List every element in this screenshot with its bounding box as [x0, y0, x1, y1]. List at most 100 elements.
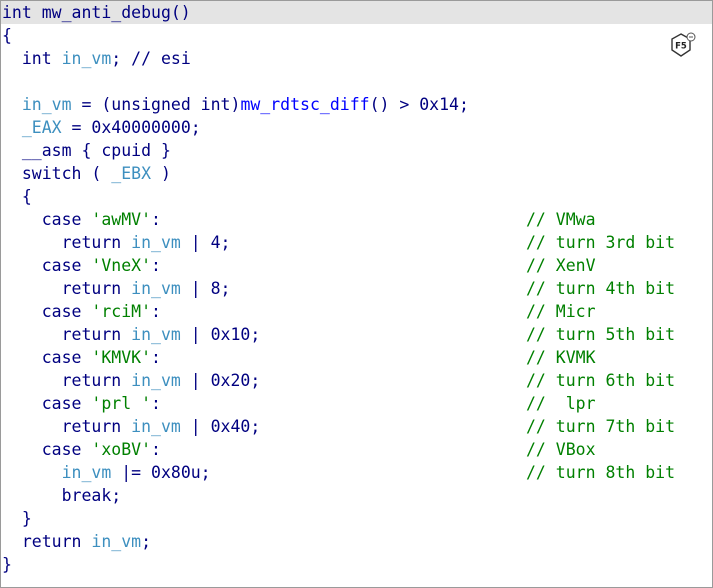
type-int: int — [2, 49, 62, 68]
comment-turn-7th-bit: // turn 7th bit — [526, 417, 676, 436]
break-statement: break; — [2, 486, 122, 505]
var-in-vm[interactable]: in_vm — [131, 325, 181, 344]
case-constant-rcim[interactable]: 'rciM' — [91, 302, 151, 321]
code-line-break[interactable]: break; — [2, 484, 122, 507]
code-line-return-in-vm[interactable]: return in_vm; — [2, 530, 151, 553]
return-keyword: return — [2, 532, 92, 551]
return-keyword: return — [2, 325, 132, 344]
code-line-cpuid[interactable]: __asm { cpuid } — [2, 139, 171, 162]
var-in-vm[interactable]: in_vm — [62, 49, 112, 68]
var-in-vm[interactable]: in_vm — [131, 233, 181, 252]
case-keyword: case — [2, 302, 92, 321]
or-expression: | 0x40; — [180, 417, 261, 436]
code-line-eax[interactable]: _EAX = 0x40000000; — [2, 116, 201, 139]
f5-hexagon-svg: F5 — [671, 32, 696, 57]
decl-comment: ; // esi — [111, 49, 191, 68]
or-expression: | 0x20; — [180, 371, 261, 390]
code-line-return-0x10[interactable]: return in_vm | 0x10; — [2, 323, 261, 346]
case-keyword: case — [2, 210, 92, 229]
or-expression: | 4; — [180, 233, 231, 252]
or-expression: | 8; — [180, 279, 231, 298]
var-in-vm[interactable]: in_vm — [131, 417, 181, 436]
switch-close-paren: ) — [151, 164, 171, 183]
code-line-case-kmvk[interactable]: case 'KMVK': — [2, 346, 161, 369]
case-keyword: case — [2, 440, 92, 459]
f5-badge-label: F5 — [675, 42, 687, 52]
case-keyword: case — [2, 256, 92, 275]
f5-hexagon-icon[interactable]: F5 — [668, 31, 698, 61]
comment-lpr: // lpr — [526, 394, 596, 413]
case-constant-kmvk[interactable]: 'KMVK' — [91, 348, 151, 367]
pseudocode-view[interactable]: int mw_anti_debug() { int in_vm; // esi … — [0, 0, 713, 588]
code-line-open-brace[interactable]: { — [2, 24, 12, 47]
code-line-switch-close[interactable]: } — [2, 507, 32, 530]
case-colon: : — [151, 348, 161, 367]
comment-kvmk: // KVMK — [526, 348, 596, 367]
case-colon: : — [151, 256, 161, 275]
semicolon: ; — [141, 532, 152, 551]
comment-vmwa: // VMwa — [526, 210, 596, 229]
return-keyword: return — [2, 233, 132, 252]
or-expression: | 0x10; — [180, 325, 261, 344]
var-in-vm[interactable]: in_vm — [131, 371, 181, 390]
reg-eax[interactable]: _EAX — [22, 118, 62, 137]
comment-turn-6th-bit: // turn 6th bit — [526, 371, 676, 390]
code-line-switch-open[interactable]: { — [2, 185, 32, 208]
reg-ebx[interactable]: _EBX — [111, 164, 151, 183]
switch-keyword: switch ( — [2, 164, 112, 183]
code-line-case-vnex[interactable]: case 'VneX': — [2, 254, 161, 277]
code-line-return-8[interactable]: return in_vm | 8; — [2, 277, 231, 300]
eax-assign: = 0x40000000; — [61, 118, 201, 137]
code-line-case-prl[interactable]: case 'prl ': — [2, 392, 161, 415]
comment-micr: // Micr — [526, 302, 596, 321]
cast-expression: = (unsigned int) — [71, 95, 241, 114]
function-signature[interactable]: int mw_anti_debug() — [2, 3, 191, 22]
comment-xenv: // XenV — [526, 256, 596, 275]
close-brace: } — [2, 555, 12, 574]
case-colon: : — [151, 302, 161, 321]
code-line-return-0x40[interactable]: return in_vm | 0x40; — [2, 415, 261, 438]
compare-expression: () > 0x14; — [369, 95, 469, 114]
return-keyword: return — [2, 417, 132, 436]
or-assign-expression: |= 0x80u; — [111, 463, 211, 482]
comment-turn-3rd-bit: // turn 3rd bit — [526, 233, 676, 252]
code-line-rdtsc[interactable]: in_vm = (unsigned int)mw_rdtsc_diff() > … — [2, 93, 469, 116]
var-in-vm[interactable]: in_vm — [131, 279, 181, 298]
comment-turn-4th-bit: // turn 4th bit — [526, 279, 676, 298]
comment-turn-8th-bit: // turn 8th bit — [526, 463, 676, 482]
func-mw-rdtsc-diff[interactable]: mw_rdtsc_diff — [240, 95, 369, 114]
comment-turn-5th-bit: // turn 5th bit — [526, 325, 676, 344]
return-keyword: return — [2, 371, 132, 390]
open-brace: { — [2, 26, 12, 45]
comment-vbox: // VBox — [526, 440, 596, 459]
case-colon: : — [151, 394, 161, 413]
asm-cpuid: __asm { cpuid } — [2, 141, 171, 160]
code-line-declaration[interactable]: int in_vm; // esi — [2, 47, 191, 70]
code-line-close-brace[interactable]: } — [2, 553, 12, 576]
case-keyword: case — [2, 348, 92, 367]
case-constant-prl[interactable]: 'prl ' — [91, 394, 151, 413]
code-line-or-assign-0x80[interactable]: in_vm |= 0x80u; — [2, 461, 211, 484]
var-in-vm[interactable]: in_vm — [91, 532, 141, 551]
var-in-vm[interactable]: in_vm — [62, 463, 112, 482]
code-line-case-rcim[interactable]: case 'rciM': — [2, 300, 161, 323]
code-line-return-0x20[interactable]: return in_vm | 0x20; — [2, 369, 261, 392]
case-colon: : — [151, 440, 161, 459]
case-colon: : — [151, 210, 161, 229]
code-line-case-xobv[interactable]: case 'xoBV': — [2, 438, 161, 461]
code-line-switch[interactable]: switch ( _EBX ) — [2, 162, 171, 185]
code-line-case-awmv[interactable]: case 'awMV': — [2, 208, 161, 231]
switch-close-brace: } — [2, 509, 32, 528]
switch-open-brace: { — [2, 187, 32, 206]
case-keyword: case — [2, 394, 92, 413]
code-line-function-signature[interactable]: int mw_anti_debug() — [2, 1, 191, 24]
case-constant-awmv[interactable]: 'awMV' — [91, 210, 151, 229]
var-in-vm[interactable]: in_vm — [22, 95, 72, 114]
return-keyword: return — [2, 279, 132, 298]
case-constant-vnex[interactable]: 'VneX' — [91, 256, 151, 275]
case-constant-xobv[interactable]: 'xoBV' — [91, 440, 151, 459]
code-line-return-4[interactable]: return in_vm | 4; — [2, 231, 231, 254]
